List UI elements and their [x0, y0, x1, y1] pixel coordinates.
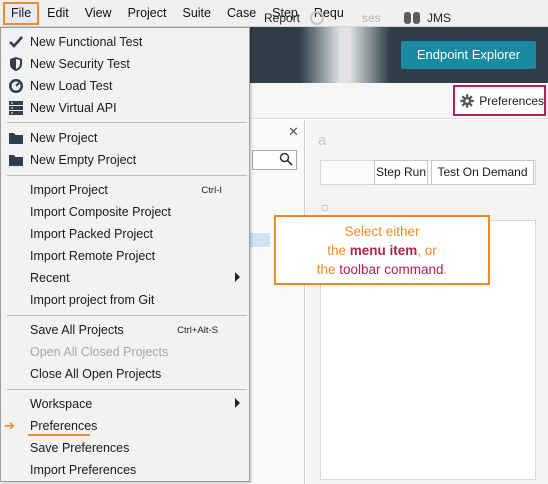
arrow-right-icon: ➔	[4, 418, 15, 433]
menu-item-new-empty-project[interactable]: New Empty Project	[2, 149, 248, 171]
toolbar-preferences-button[interactable]: Preferences	[453, 85, 546, 116]
gauge-icon	[5, 75, 27, 97]
menu-view[interactable]: View	[77, 2, 120, 25]
toolbar-faded-item[interactable]: ses	[310, 9, 381, 27]
submenu-arrow-icon	[235, 398, 240, 408]
menu-separator	[7, 122, 247, 123]
faded-label: ses	[362, 11, 381, 25]
menu-file[interactable]: File	[3, 1, 40, 25]
menu-item-import-packed-project[interactable]: Import Packed Project	[2, 223, 248, 245]
menu-item-save-preferences[interactable]: Save Preferences	[2, 437, 248, 459]
menu-item-new-project[interactable]: New Project	[2, 127, 248, 149]
menu-separator	[7, 389, 247, 390]
check-icon	[5, 31, 27, 53]
tree-selected-row[interactable]	[250, 233, 270, 247]
jms-label: JMS	[427, 11, 451, 25]
menu-item-import-composite-project[interactable]: Import Composite Project	[2, 201, 248, 223]
menu-item-workspace[interactable]: Workspace	[2, 393, 248, 415]
callout-line1: Select either	[344, 224, 420, 239]
menu-item-new-virtual-api[interactable]: New Virtual API	[2, 97, 248, 119]
panel-marker	[322, 205, 328, 211]
menu-item-import-from-git[interactable]: Import project from Git	[2, 289, 248, 311]
file-menu-dropdown: New Functional Test New Security Test Ne…	[0, 27, 250, 482]
shortcut-label: Ctrl-I	[201, 184, 222, 196]
menu-item-new-security-test[interactable]: New Security Test	[2, 53, 248, 75]
menu-suite[interactable]: Suite	[174, 2, 219, 25]
menu-item-close-all-open-projects[interactable]: Close All Open Projects	[2, 363, 248, 385]
folder-icon	[5, 127, 27, 149]
close-icon[interactable]: ✕	[288, 124, 299, 140]
header-fade	[300, 27, 390, 83]
menu-item-import-project[interactable]: Import Project Ctrl-I	[2, 179, 248, 201]
server-icon	[5, 97, 27, 119]
folder-icon	[5, 149, 27, 171]
callout-line2: the menu item, or	[327, 243, 437, 258]
toolbar-report[interactable]: Report	[250, 9, 300, 27]
menu-project[interactable]: Project	[120, 2, 175, 25]
menu-separator	[7, 175, 247, 176]
report-label: Report	[264, 11, 301, 25]
panel-title-fragment: a	[318, 132, 327, 149]
jms-icon	[404, 12, 420, 24]
menu-item-new-load-test[interactable]: New Load Test	[2, 75, 248, 97]
shortcut-label: Ctrl+Alt-S	[177, 324, 218, 336]
step-run-button[interactable]: Step Run	[374, 160, 428, 185]
instruction-callout: Select either the menu item, or the tool…	[274, 215, 490, 285]
test-on-demand-button[interactable]: Test On Demand	[431, 160, 534, 185]
endpoint-explorer-button[interactable]: Endpoint Explorer	[401, 41, 536, 69]
menu-item-open-all-closed-projects: Open All Closed Projects	[30, 345, 169, 359]
toolbar-jms[interactable]: JMS	[403, 9, 451, 27]
preferences-underline	[28, 434, 90, 436]
shield-icon	[5, 53, 27, 75]
menu-item-new-functional-test[interactable]: New Functional Test	[2, 31, 248, 53]
gear-icon	[460, 93, 474, 108]
navigator-panel	[250, 120, 305, 484]
menu-item-recent[interactable]: Recent	[2, 267, 248, 289]
preferences-toolbar-label: Preferences	[479, 93, 544, 108]
submenu-arrow-icon	[235, 272, 240, 282]
menu-item-import-remote-project[interactable]: Import Remote Project	[2, 245, 248, 267]
menu-separator	[7, 315, 247, 316]
search-icon[interactable]	[279, 152, 293, 166]
menu-item-import-preferences[interactable]: Import Preferences	[2, 459, 248, 481]
menu-edit[interactable]: Edit	[39, 2, 77, 25]
menu-item-save-all-projects[interactable]: Save All Projects Ctrl+Alt-S	[2, 319, 248, 341]
faded-toggle-icon	[310, 11, 324, 25]
callout-line3: the toolbar command.	[316, 262, 448, 277]
